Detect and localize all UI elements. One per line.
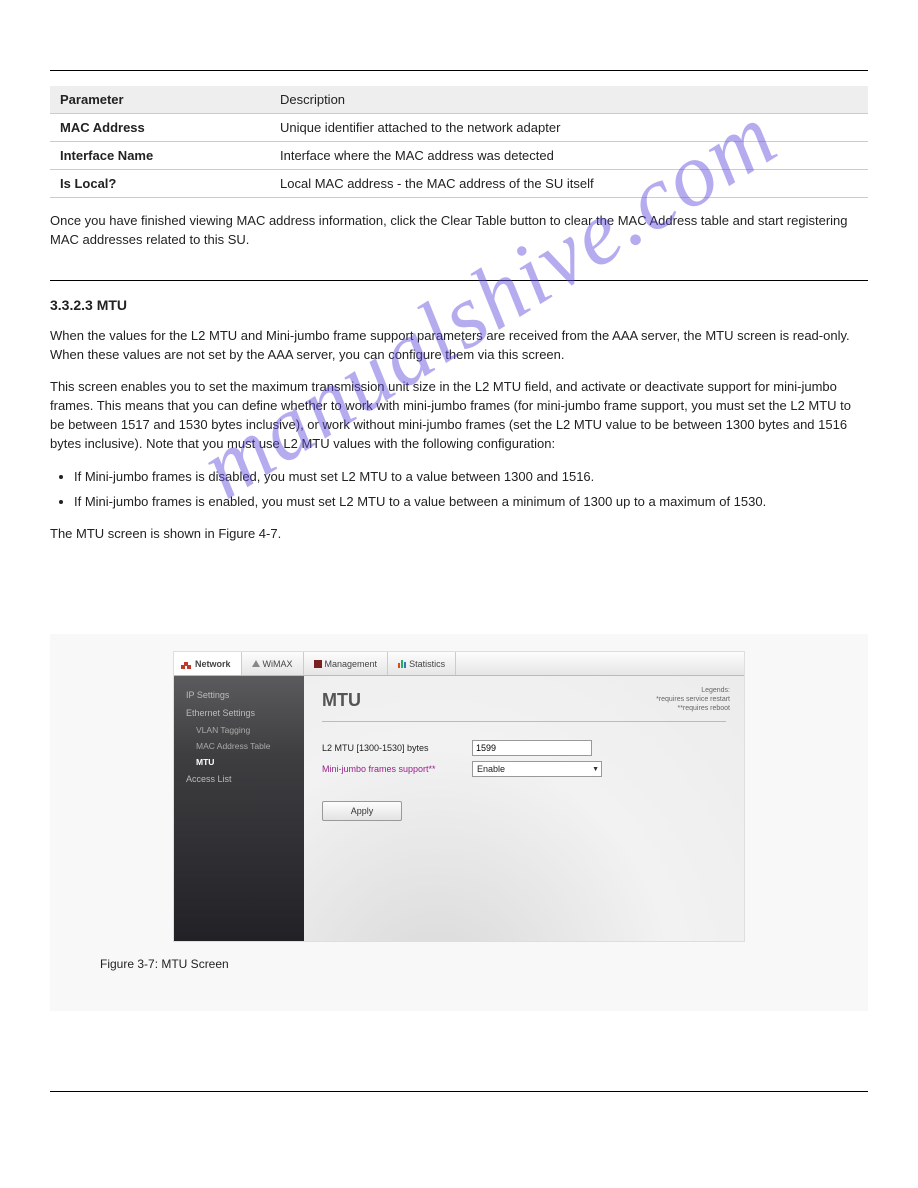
cell-desc: Local MAC address - the MAC address of t… bbox=[280, 176, 858, 191]
form-row-jumbo: Mini-jumbo frames support** Enable ▼ bbox=[322, 761, 726, 777]
content-pane: Legends: *requires service restart **req… bbox=[304, 676, 744, 941]
bullet-1: If Mini-jumbo frames is disabled, you mu… bbox=[74, 468, 868, 487]
paragraph-1: When the values for the L2 MTU and Mini-… bbox=[50, 327, 868, 365]
form-row-mtu: L2 MTU [1300-1530] bytes bbox=[322, 740, 726, 756]
legends-title: Legends: bbox=[656, 686, 730, 695]
sidebar: IP Settings Ethernet Settings VLAN Taggi… bbox=[174, 676, 304, 941]
section-heading: 3.3.2.3 MTU bbox=[50, 297, 868, 313]
ui-screenshot: Network WiMAX Management Statisti bbox=[174, 652, 744, 941]
th-parameter: Parameter bbox=[60, 92, 280, 107]
tab-network[interactable]: Network bbox=[174, 652, 242, 675]
top-rule bbox=[50, 70, 868, 71]
tab-label: Statistics bbox=[409, 659, 445, 669]
select-value: Enable bbox=[477, 764, 505, 774]
legends-line: **requires reboot bbox=[656, 704, 730, 713]
label-l2-mtu: L2 MTU [1300-1530] bytes bbox=[322, 743, 472, 753]
antenna-icon bbox=[252, 660, 260, 667]
input-l2-mtu[interactable] bbox=[472, 740, 592, 756]
cell-desc: Interface where the MAC address was dete… bbox=[280, 148, 858, 163]
cell-param: Is Local? bbox=[60, 176, 280, 191]
chevron-down-icon: ▼ bbox=[592, 766, 599, 773]
bullet-2: If Mini-jumbo frames is enabled, you mus… bbox=[74, 493, 868, 512]
th-description: Description bbox=[280, 92, 858, 107]
tab-label: Management bbox=[325, 659, 378, 669]
tab-statistics[interactable]: Statistics bbox=[388, 652, 456, 675]
select-mini-jumbo[interactable]: Enable ▼ bbox=[472, 761, 602, 777]
param-table: Parameter Description MAC Address Unique… bbox=[50, 86, 868, 198]
sidebar-item-mtu[interactable]: MTU bbox=[174, 754, 304, 770]
cell-param: MAC Address bbox=[60, 120, 280, 135]
sidebar-item-ip-settings[interactable]: IP Settings bbox=[174, 686, 304, 704]
tab-label: WiMAX bbox=[263, 659, 293, 669]
table-row: Is Local? Local MAC address - the MAC ad… bbox=[50, 170, 868, 198]
sidebar-item-mac-address-table[interactable]: MAC Address Table bbox=[174, 738, 304, 754]
section-divider bbox=[50, 280, 868, 281]
sidebar-item-access-list[interactable]: Access List bbox=[174, 770, 304, 788]
paragraph-2: This screen enables you to set the maxim… bbox=[50, 378, 868, 453]
figure-caption: Figure 3-7: MTU Screen bbox=[100, 941, 818, 981]
sidebar-item-ethernet-settings[interactable]: Ethernet Settings bbox=[174, 704, 304, 722]
apply-button[interactable]: Apply bbox=[322, 801, 402, 821]
top-tabbar: Network WiMAX Management Statisti bbox=[174, 652, 744, 676]
network-icon bbox=[184, 662, 188, 666]
body-paragraph: Once you have finished viewing MAC addre… bbox=[50, 212, 868, 250]
cell-param: Interface Name bbox=[60, 148, 280, 163]
bar-chart-icon bbox=[398, 660, 406, 668]
monitor-icon bbox=[314, 660, 322, 668]
cell-desc: Unique identifier attached to the networ… bbox=[280, 120, 858, 135]
label-mini-jumbo: Mini-jumbo frames support** bbox=[322, 764, 472, 774]
tab-wimax[interactable]: WiMAX bbox=[242, 652, 304, 675]
paragraph-3: The MTU screen is shown in Figure 4-7. bbox=[50, 525, 868, 544]
legends-line: *requires service restart bbox=[656, 695, 730, 704]
tab-management[interactable]: Management bbox=[304, 652, 389, 675]
figure-container: Network WiMAX Management Statisti bbox=[50, 634, 868, 1011]
table-row: MAC Address Unique identifier attached t… bbox=[50, 114, 868, 142]
table-row: Interface Name Interface where the MAC a… bbox=[50, 142, 868, 170]
tab-label: Network bbox=[195, 659, 231, 669]
sidebar-item-vlan-tagging[interactable]: VLAN Tagging bbox=[174, 722, 304, 738]
legends-box: Legends: *requires service restart **req… bbox=[656, 686, 730, 713]
page-footer bbox=[50, 1091, 868, 1104]
